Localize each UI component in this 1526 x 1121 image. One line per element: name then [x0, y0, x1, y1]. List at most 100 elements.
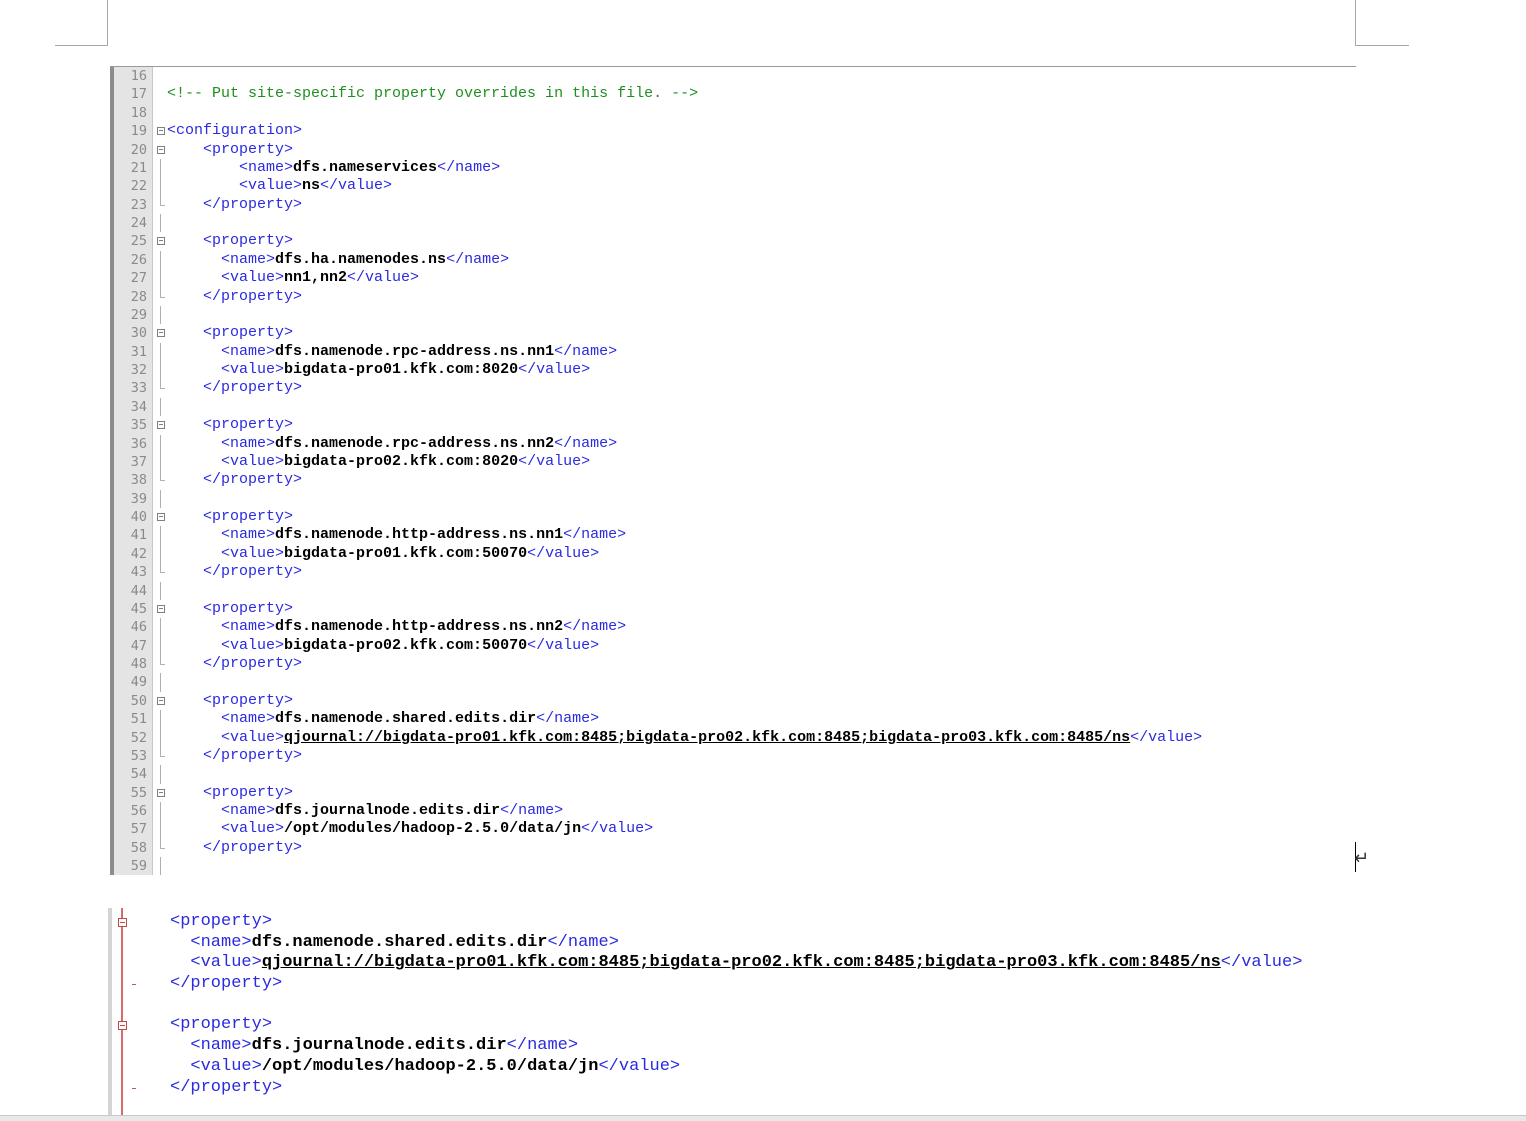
xml-text: bigdata-pro01.kfk.com:50070 — [284, 544, 528, 562]
line-code: <property> — [170, 912, 272, 933]
fold-toggle-icon[interactable] — [156, 232, 166, 250]
line-code: </property> — [167, 288, 302, 306]
code-line: 44 — [110, 581, 1356, 600]
line-code: <value>bigdata-pro01.kfk.com:50070</valu… — [167, 545, 599, 563]
code-line: 23 </property> — [110, 195, 1356, 214]
xml-tag: </name> — [506, 1036, 579, 1056]
fold-toggle-icon[interactable] — [117, 1015, 127, 1035]
xml-tag: <value> — [221, 361, 285, 378]
code-line: 17 <!-- Put site-specific property overri… — [110, 85, 1356, 103]
line-code: <property> — [167, 232, 293, 250]
crop-mark-top-left-v — [107, 0, 108, 46]
fold-guide — [156, 471, 166, 489]
xml-tag: <value> — [221, 820, 285, 838]
xml-tag: <name> — [239, 158, 294, 176]
code-line: 22 <value>ns</value> — [110, 177, 1356, 196]
fold-guide — [156, 250, 166, 270]
fold-guide — [156, 581, 166, 600]
fold-toggle-icon[interactable] — [156, 122, 166, 140]
fold-guide — [156, 746, 166, 765]
line-number: 16 — [130, 68, 147, 84]
fold-toggle-icon[interactable] — [117, 912, 127, 932]
xml-tag: </property> — [203, 563, 303, 581]
code-line: 40 <property> — [110, 508, 1356, 526]
fold-guide — [156, 379, 166, 397]
line-code: <name>dfs.journalnode.edits.dir</name> — [170, 1036, 578, 1057]
xml-tag: <value> — [221, 728, 285, 746]
xml-tag: </property> — [203, 655, 303, 672]
line-code: <value>qjournal://bigdata-pro01.kfk.com:… — [170, 953, 1302, 974]
fold-toggle-icon[interactable] — [156, 508, 166, 526]
fold-toggle-icon[interactable] — [156, 600, 166, 618]
fold-toggle-icon[interactable] — [156, 692, 166, 710]
fold-guide — [156, 158, 166, 178]
xml-tag: <configuration> — [167, 122, 303, 140]
fold-guide — [156, 305, 166, 325]
code-line: 32 <value>bigdata-pro01.kfk.com:8020</va… — [110, 361, 1356, 380]
code-line: 53 </property> — [110, 746, 1356, 765]
xml-tag: </name> — [547, 932, 619, 952]
xml-tag: <property> — [203, 416, 294, 434]
line-number: 35 — [130, 417, 147, 434]
page-bottom-edge — [0, 1115, 1526, 1121]
xml-text: /opt/modules/hadoop-2.5.0/data/jn — [284, 820, 582, 838]
xml-tag: </property> — [203, 838, 303, 856]
code-line: 42 <value>bigdata-pro01.kfk.com:50070</v… — [110, 544, 1356, 564]
line-number: 31 — [130, 343, 147, 360]
xml-text: bigdata-pro02.kfk.com:50070 — [284, 636, 528, 654]
line-code: </property> — [167, 563, 302, 581]
fold-toggle-icon[interactable] — [156, 141, 166, 159]
xml-tag: <name> — [190, 932, 252, 952]
code-line: 58 </property> — [110, 838, 1356, 857]
line-number: 50 — [130, 692, 147, 709]
xml-tag: </value> — [598, 1056, 681, 1076]
fold-toggle-icon[interactable] — [156, 416, 166, 434]
line-code: </property> — [167, 655, 302, 673]
fold-toggle-icon[interactable] — [156, 784, 166, 802]
xml-text: /opt/modules/hadoop-2.5.0/data/jn — [261, 1056, 599, 1076]
xml-text: dfs.ha.namenodes.ns — [275, 250, 447, 268]
line-number: 52 — [130, 729, 147, 746]
code-line: 36 <name>dfs.namenode.rpc-address.ns.nn2… — [110, 434, 1356, 453]
code-line: 57 <value>/opt/modules/hadoop-2.5.0/data… — [110, 820, 1356, 839]
code-line: <name>dfs.journalnode.edits.dir</name> — [108, 1036, 1526, 1057]
xml-tag: <property> — [170, 912, 273, 931]
line-code: </property> — [170, 1078, 282, 1099]
fold-guide — [156, 214, 166, 233]
code-line: 28 </property> — [110, 287, 1356, 306]
line-number: 38 — [130, 472, 147, 489]
line-code: <property> — [167, 416, 293, 434]
xml-tag: </name> — [500, 802, 564, 819]
xml-text: dfs.namenode.http-address.ns.nn1 — [275, 526, 564, 544]
xml-text: ns — [302, 177, 321, 195]
xml-text: dfs.namenode.shared.edits.dir — [251, 932, 548, 952]
line-code: <name>dfs.namenode.http-address.ns.nn2</… — [167, 618, 626, 636]
xml-tag: <property> — [203, 599, 294, 617]
xml-text: bigdata-pro01.kfk.com:8020 — [284, 361, 519, 378]
line-code: <value>/opt/modules/hadoop-2.5.0/data/jn… — [170, 1057, 680, 1078]
xml-tag: <value> — [190, 953, 262, 973]
code-line: 29 — [110, 305, 1356, 325]
xml-tag: <name> — [221, 434, 276, 452]
xml-text: dfs.journalnode.edits.dir — [275, 802, 501, 819]
line-code: <name>dfs.ha.namenodes.ns</name> — [167, 251, 509, 269]
fold-guide — [156, 342, 166, 361]
code-line: 46 <name>dfs.namenode.http-address.ns.nn… — [110, 618, 1356, 637]
xml-tag: <name> — [221, 526, 276, 544]
line-number: 42 — [130, 545, 147, 562]
code-line: 33 </property> — [110, 379, 1356, 397]
code-line: 48 </property> — [110, 655, 1356, 673]
code-line: 26 <name>dfs.ha.namenodes.ns</name> — [110, 250, 1356, 270]
line-number: 40 — [130, 509, 147, 525]
xml-tag: <value> — [190, 1056, 262, 1076]
code-line: <property> — [108, 1015, 1526, 1036]
code-line: 59 — [110, 857, 1356, 875]
code-line: 21 <name>dfs.nameservices</name> — [110, 158, 1356, 178]
line-code: <name>dfs.namenode.http-address.ns.nn1</… — [167, 526, 626, 544]
line-code: <value>bigdata-pro02.kfk.com:8020</value… — [167, 453, 590, 471]
line-number: 28 — [130, 288, 147, 305]
fold-guide — [156, 820, 166, 839]
fold-toggle-icon[interactable] — [156, 324, 166, 342]
code-line: 27 <value>nn1,nn2</value> — [110, 269, 1356, 288]
xml-tag: </property> — [203, 195, 303, 213]
